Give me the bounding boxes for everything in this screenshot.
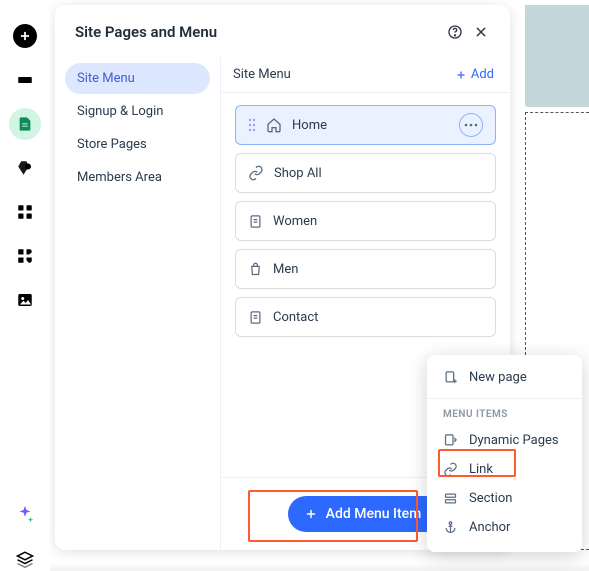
- menu-item-label: Men: [273, 262, 298, 277]
- section-icon: [443, 491, 459, 506]
- close-icon[interactable]: [468, 19, 494, 45]
- left-rail: [0, 0, 50, 571]
- page-icon: [248, 214, 263, 229]
- main-header-title: Site Menu: [233, 67, 455, 82]
- canvas-header-block: [525, 5, 589, 107]
- menu-item-label: Contact: [273, 310, 318, 325]
- menu-item-contact[interactable]: Contact: [235, 297, 496, 337]
- bag-icon: [248, 262, 263, 277]
- dropdown-item-label: Link: [469, 462, 493, 477]
- dynamic-pages-icon: [443, 433, 459, 448]
- menu-item-home[interactable]: Home: [235, 105, 496, 145]
- menu-item-men[interactable]: Men: [235, 249, 496, 289]
- media-icon[interactable]: [13, 288, 37, 312]
- dropdown-item-label: Anchor: [469, 520, 510, 535]
- menu-item-label: Women: [273, 214, 317, 229]
- add-menu-dropdown: New page MENU ITEMS Dynamic Pages Link S…: [427, 355, 582, 552]
- add-menu-item-button[interactable]: Add Menu Item: [288, 496, 444, 532]
- add-menu-item-label: Add Menu Item: [326, 506, 422, 522]
- link-icon: [443, 462, 459, 477]
- sidebar-item-label: Site Menu: [77, 71, 135, 86]
- dropdown-item-link[interactable]: Link: [427, 455, 582, 484]
- menu-item-label: Shop All: [274, 166, 322, 181]
- main-header: Site Menu Add: [221, 57, 510, 93]
- sidebar-item-members-area[interactable]: Members Area: [65, 162, 210, 193]
- apps-icon[interactable]: [13, 200, 37, 224]
- panel-header: Site Pages and Menu: [55, 5, 510, 57]
- sidebar-item-label: Members Area: [77, 170, 162, 185]
- design-icon[interactable]: [13, 156, 37, 180]
- anchor-icon: [443, 520, 459, 535]
- home-icon: [266, 117, 282, 133]
- sidebar-item-signup-login[interactable]: Signup & Login: [65, 96, 210, 127]
- menu-item-women[interactable]: Women: [235, 201, 496, 241]
- link-icon: [248, 165, 264, 181]
- section-icon[interactable]: [13, 68, 37, 92]
- add-link[interactable]: Add: [455, 67, 494, 82]
- pages-icon[interactable]: [9, 108, 41, 140]
- dropdown-item-label: Dynamic Pages: [469, 433, 559, 448]
- dropdown-heading: MENU ITEMS: [427, 398, 582, 426]
- layers-icon[interactable]: [13, 547, 37, 571]
- dropdown-item-section[interactable]: Section: [427, 484, 582, 513]
- sidebar-item-label: Signup & Login: [77, 104, 163, 119]
- panel-title: Site Pages and Menu: [75, 23, 442, 41]
- menu-item-label: Home: [292, 118, 327, 133]
- plugins-icon[interactable]: [13, 244, 37, 268]
- dropdown-item-new-page[interactable]: New page: [427, 363, 582, 392]
- ai-sparkle-icon[interactable]: [13, 503, 37, 527]
- sidebar-item-store-pages[interactable]: Store Pages: [65, 129, 210, 160]
- sidebar-item-label: Store Pages: [77, 137, 147, 152]
- help-icon[interactable]: [442, 19, 468, 45]
- add-element-icon[interactable]: [13, 24, 37, 48]
- dropdown-item-label: Section: [469, 491, 512, 506]
- more-icon[interactable]: [459, 113, 483, 137]
- drag-handle-icon[interactable]: [248, 118, 256, 132]
- page-icon: [248, 310, 263, 325]
- dropdown-item-anchor[interactable]: Anchor: [427, 513, 582, 542]
- bottom-shadow: [0, 563, 589, 571]
- dropdown-item-dynamic-pages[interactable]: Dynamic Pages: [427, 426, 582, 455]
- dropdown-item-label: New page: [469, 370, 527, 385]
- sidebar-item-site-menu[interactable]: Site Menu: [65, 63, 210, 94]
- menu-item-shop-all[interactable]: Shop All: [235, 153, 496, 193]
- new-page-icon: [443, 370, 459, 385]
- panel-sidebar: Site Menu Signup & Login Store Pages Mem…: [55, 57, 220, 550]
- add-link-label: Add: [471, 67, 494, 82]
